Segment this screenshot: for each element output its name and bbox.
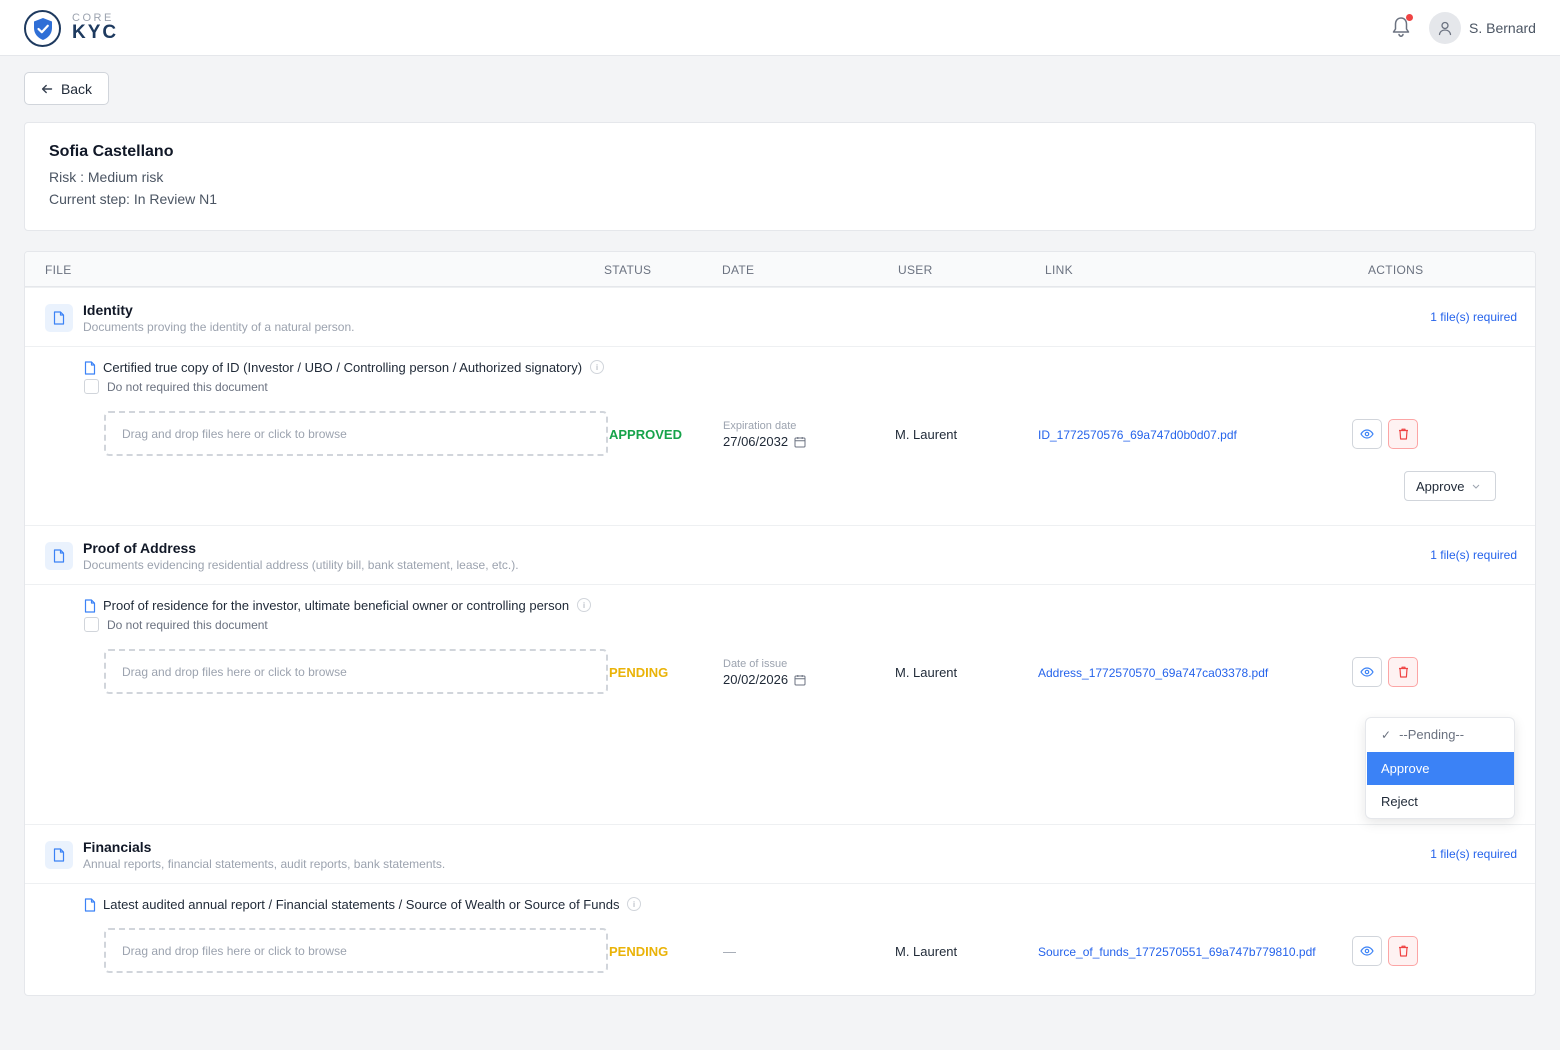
file-icon [84,361,96,375]
not-required-label: Do not required this document [107,380,268,394]
file-dropzone[interactable]: Drag and drop files here or click to bro… [104,411,608,456]
delete-button[interactable] [1388,419,1418,449]
section-title: Identity [83,302,133,318]
file-dropzone[interactable]: Drag and drop files here or click to bro… [104,649,608,694]
dropdown-option-pending[interactable]: ✓ --Pending-- [1367,718,1514,751]
not-required-checkbox[interactable] [84,379,99,394]
document-icon [45,841,73,869]
file-link[interactable]: Source_of_funds_1772570551_69a747b779810… [1038,945,1316,959]
section-title: Proof of Address [83,540,197,556]
eye-icon [1360,946,1374,956]
option-label: Approve [1381,761,1430,776]
file-dropzone[interactable]: Drag and drop files here or click to bro… [104,928,608,973]
user-icon[interactable] [1429,12,1461,44]
uploaded-by: M. Laurent [895,665,958,680]
date-field[interactable]: 20/02/2026 [723,672,806,687]
section-description: Annual reports, financial statements, au… [83,857,446,871]
section-identity: Identity Documents proving the identity … [25,287,1535,347]
info-icon[interactable]: i [590,360,604,374]
dropzone-text: Drag and drop files here or click to bro… [122,427,347,441]
column-header-date: DATE [722,263,755,277]
status-badge: PENDING [609,944,669,959]
view-button[interactable] [1352,936,1382,966]
status-badge: PENDING [609,665,669,680]
column-header-status: STATUS [604,263,652,277]
date-label: Expiration date [723,420,797,432]
date-value: 27/06/2032 [723,434,789,449]
section-financials: Financials Annual reports, financial sta… [25,824,1535,884]
date-value: 20/02/2026 [723,672,789,687]
chevron-down-icon [1473,484,1480,489]
eye-icon [1360,429,1374,439]
eye-icon [1360,667,1374,677]
column-header-link: LINK [1045,263,1073,277]
file-icon [84,898,96,912]
date-field[interactable]: 27/06/2032 [723,434,806,449]
document-title: Latest audited annual report / Financial… [103,897,620,912]
check-icon: ✓ [1381,727,1392,742]
column-header-file: FILE [45,263,72,277]
file-icon [84,599,96,613]
info-icon[interactable]: i [627,897,641,911]
uploaded-by: M. Laurent [895,944,958,959]
not-required-label: Do not required this document [107,618,268,632]
uploaded-by: M. Laurent [895,427,958,442]
back-button[interactable]: Back [24,72,109,105]
column-header-actions: ACTIONS [1368,263,1424,277]
column-header-user: USER [898,263,933,277]
files-required-badge: 1 file(s) required [1430,548,1517,562]
client-summary-card: Sofia Castellano Risk : Medium risk Curr… [24,122,1536,231]
view-button[interactable] [1352,419,1382,449]
files-required-badge: 1 file(s) required [1430,847,1517,861]
client-risk: Risk : Medium risk [49,169,164,185]
documents-table: FILE STATUS DATE USER LINK ACTIONS Ident… [24,251,1536,996]
dropzone-text: Drag and drop files here or click to bro… [122,665,347,679]
delete-button[interactable] [1388,936,1418,966]
calendar-icon[interactable] [794,674,806,686]
info-icon[interactable]: i [577,598,591,612]
not-required-checkbox[interactable] [84,617,99,632]
user-name[interactable]: S. Bernard [1469,20,1536,36]
dropzone-text: Drag and drop files here or click to bro… [122,944,347,958]
document-icon [45,542,73,570]
dropdown-option-reject[interactable]: Reject [1367,785,1514,818]
top-bar: CORE KYC S. Bernard [0,0,1560,56]
client-name: Sofia Castellano [49,143,174,160]
section-description: Documents evidencing residential address… [83,558,519,572]
option-label: --Pending-- [1399,727,1465,742]
section-description: Documents proving the identity of a natu… [83,320,355,334]
delete-button[interactable] [1388,657,1418,687]
notification-dot [1406,14,1413,21]
back-label: Back [60,80,93,97]
file-link[interactable]: ID_1772570576_69a747d0b0d07.pdf [1038,428,1237,442]
status-badge: APPROVED [609,427,682,442]
document-title: Certified true copy of ID (Investor / UB… [103,360,583,375]
date-empty: — [723,944,736,959]
trash-icon [1398,666,1408,678]
logo-title[interactable]: KYC [72,22,118,44]
option-label: Reject [1381,794,1418,809]
section-title: Financials [83,839,152,855]
arrow-left-icon [41,84,53,93]
table-header: FILE STATUS DATE USER LINK ACTIONS [25,252,1535,287]
section-proof-of-address: Proof of Address Documents evidencing re… [25,525,1535,585]
files-required-badge: 1 file(s) required [1430,310,1517,324]
file-link[interactable]: Address_1772570570_69a747ca03378.pdf [1038,666,1268,680]
shield-check-icon[interactable] [24,10,61,47]
review-status-select[interactable]: Approve [1404,471,1496,501]
trash-icon [1398,428,1408,440]
calendar-icon[interactable] [794,436,806,448]
date-label: Date of issue [723,658,788,670]
document-title: Proof of residence for the investor, ult… [103,598,570,613]
select-value: Approve [1416,478,1465,494]
dropdown-option-approve[interactable]: Approve [1367,752,1514,785]
trash-icon [1398,945,1408,957]
status-dropdown-menu: ✓ --Pending-- Approve Reject [1365,717,1515,819]
view-button[interactable] [1352,657,1382,687]
client-step: Current step: In Review N1 [49,191,218,207]
document-icon [45,304,73,332]
